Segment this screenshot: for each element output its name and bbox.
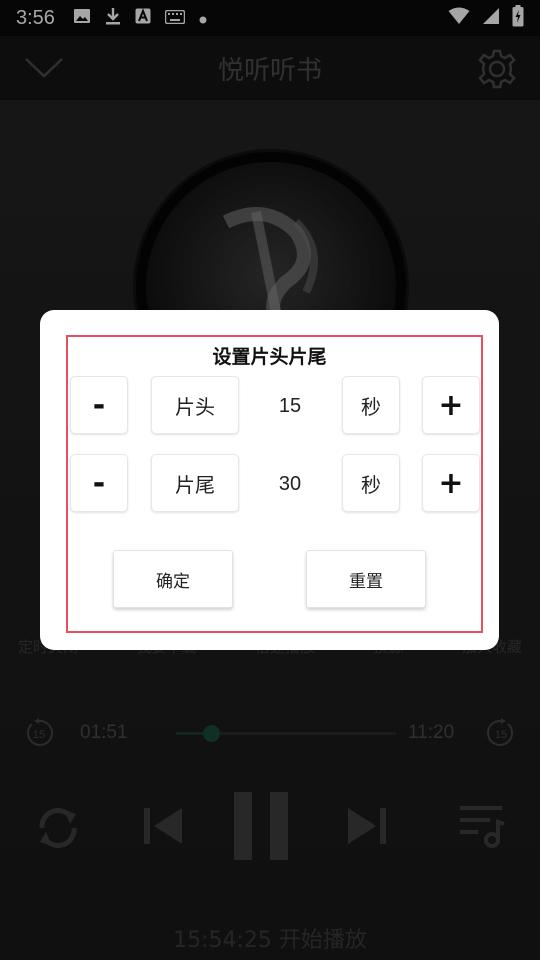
outro-minus-button[interactable]: - xyxy=(70,454,128,512)
reset-button[interactable]: 重置 xyxy=(306,550,426,608)
outro-plus-button[interactable]: + xyxy=(422,454,480,512)
intro-unit-label: 秒 xyxy=(342,376,400,434)
intro-label: 片头 xyxy=(151,376,239,434)
outro-unit-label: 秒 xyxy=(342,454,400,512)
intro-plus-button[interactable]: + xyxy=(422,376,480,434)
outro-label: 片尾 xyxy=(151,454,239,512)
outro-seconds-value: 30 xyxy=(278,473,302,495)
intro-outro-dialog: 设置片头片尾 - 片头 15 秒 + - 片尾 30 秒 + 确定 重置 xyxy=(40,310,499,650)
dialog-title: 设置片头片尾 xyxy=(212,346,327,368)
intro-minus-button[interactable]: - xyxy=(70,376,128,434)
confirm-button[interactable]: 确定 xyxy=(113,550,233,608)
intro-seconds-value: 15 xyxy=(278,395,302,417)
